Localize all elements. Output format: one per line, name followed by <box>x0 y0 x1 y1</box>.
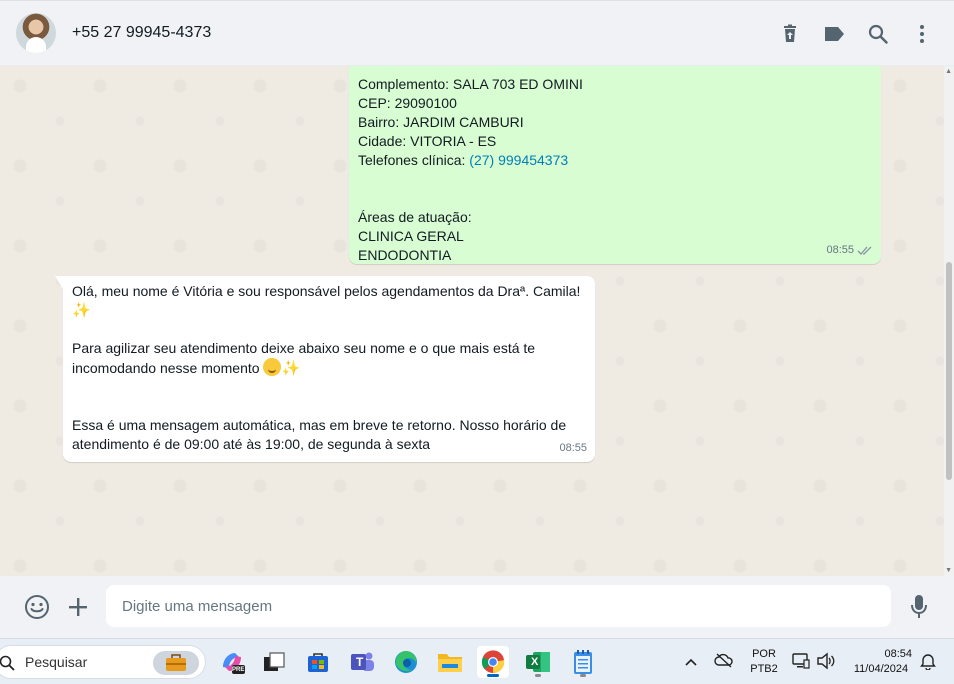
area-item: CLINICA GERAL <box>358 228 464 244</box>
excel-app-icon[interactable]: X <box>522 646 554 678</box>
windows-taskbar: Pesquisar PRE T X POR PTB2 08:54 11/04/2… <box>0 638 954 684</box>
chat-header: +55 27 99945-4373 <box>0 0 954 66</box>
microsoft-store-app-icon[interactable] <box>302 646 334 678</box>
search-icon <box>0 655 15 671</box>
message-line: Para agilizar seu atendimento deixe abai… <box>72 340 536 356</box>
clock-time: 08:54 <box>884 648 912 660</box>
message-line: Essa é uma mensagem automática, mas em b… <box>72 417 567 433</box>
app-indicator <box>535 674 541 677</box>
active-app-indicator <box>487 674 499 677</box>
sparkles-emoji-icon: ✨ <box>281 360 301 377</box>
smiling-face-emoji-icon <box>263 358 282 376</box>
outgoing-message[interactable]: Complemento: SALA 703 ED OMINI CEP: 2909… <box>349 66 881 264</box>
message-meta: 08:55 <box>826 241 873 260</box>
notification-bell-icon[interactable] <box>920 652 936 675</box>
teams-letter: T <box>356 655 364 669</box>
microphone-icon[interactable] <box>906 594 932 620</box>
label-tag-icon[interactable] <box>822 22 846 46</box>
phone-line: Telefones clínica: (27) 999454373 <box>358 151 872 170</box>
edge-browser-app-icon[interactable] <box>390 646 422 678</box>
clock-date: 11/04/2024 <box>853 663 909 675</box>
app-indicator <box>580 674 586 677</box>
emoji-icon[interactable] <box>24 594 50 620</box>
message-input-container <box>106 585 891 627</box>
scroll-up-arrow-icon[interactable]: ▲ <box>945 68 952 75</box>
phone-link[interactable]: (27) 999454373 <box>469 152 568 168</box>
message-input[interactable] <box>106 585 891 627</box>
onedrive-offline-icon[interactable] <box>714 652 734 673</box>
message-line: Olá, meu nome é Vitória e sou responsáve… <box>72 283 581 299</box>
attach-plus-icon[interactable] <box>65 594 91 620</box>
language-code: POR <box>752 648 776 660</box>
keyboard-layout: PTB2 <box>750 663 778 675</box>
file-explorer-app-icon[interactable] <box>434 646 466 678</box>
task-view-app-icon[interactable] <box>258 646 290 678</box>
input-language-indicator[interactable]: POR PTB2 <box>748 647 780 677</box>
message-time: 08:55 <box>559 442 587 454</box>
chevron-up-icon[interactable] <box>684 654 698 672</box>
phone-label: Telefones clínica: <box>358 152 470 168</box>
teams-app-icon[interactable]: T <box>346 646 378 678</box>
delete-chat-icon[interactable] <box>778 22 802 46</box>
header-actions <box>778 1 934 67</box>
chat-messages-area[interactable]: Complemento: SALA 703 ED OMINI CEP: 2909… <box>0 66 954 576</box>
volume-icon[interactable] <box>816 652 836 675</box>
chrome-browser-app-icon[interactable] <box>477 646 509 678</box>
areas-label: Áreas de atuação: <box>358 209 472 225</box>
briefcase-icon <box>153 651 199 675</box>
message-line: Bairro: JARDIM CAMBURI <box>358 114 524 130</box>
message-line: atendimento é de 09:00 até às 19:00, de … <box>72 436 431 452</box>
sparkles-emoji-icon: ✨ <box>72 302 91 319</box>
double-check-icon <box>857 246 872 255</box>
menu-more-icon[interactable] <box>910 22 934 46</box>
contact-name[interactable]: +55 27 99945-4373 <box>72 24 211 42</box>
network-icon[interactable] <box>792 652 810 675</box>
incoming-message[interactable]: Olá, meu nome é Vitória e sou responsáve… <box>55 276 595 462</box>
scrollbar-thumb[interactable] <box>946 262 952 480</box>
copilot-preview-app-icon[interactable]: PRE <box>216 646 248 678</box>
taskbar-search-label: Pesquisar <box>25 654 88 670</box>
message-line: CEP: 29090100 <box>358 95 457 111</box>
contact-avatar[interactable] <box>16 13 56 53</box>
message-time: 08:55 <box>826 244 854 256</box>
search-icon[interactable] <box>866 22 890 46</box>
message-line: incomodando nesse momento <box>72 360 260 376</box>
preview-badge: PRE <box>232 667 245 673</box>
scroll-down-arrow-icon[interactable]: ▼ <box>945 567 952 574</box>
system-clock[interactable]: 08:54 11/04/2024 <box>846 647 916 677</box>
message-composer <box>0 576 954 638</box>
excel-letter: X <box>531 656 539 668</box>
message-line: Complemento: SALA 703 ED OMINI <box>358 76 583 92</box>
chat-scrollbar[interactable]: ▲ ▼ <box>944 66 954 576</box>
message-line: Cidade: VITORIA - ES <box>358 133 497 149</box>
area-item: ENDODONTIA <box>358 247 452 263</box>
sparkles-line: ✨ <box>72 301 586 320</box>
message-line-with-emoji: incomodando nesse momento ✨ <box>72 358 586 378</box>
notepad-app-icon[interactable] <box>567 646 599 678</box>
taskbar-search-box[interactable]: Pesquisar <box>0 645 206 679</box>
